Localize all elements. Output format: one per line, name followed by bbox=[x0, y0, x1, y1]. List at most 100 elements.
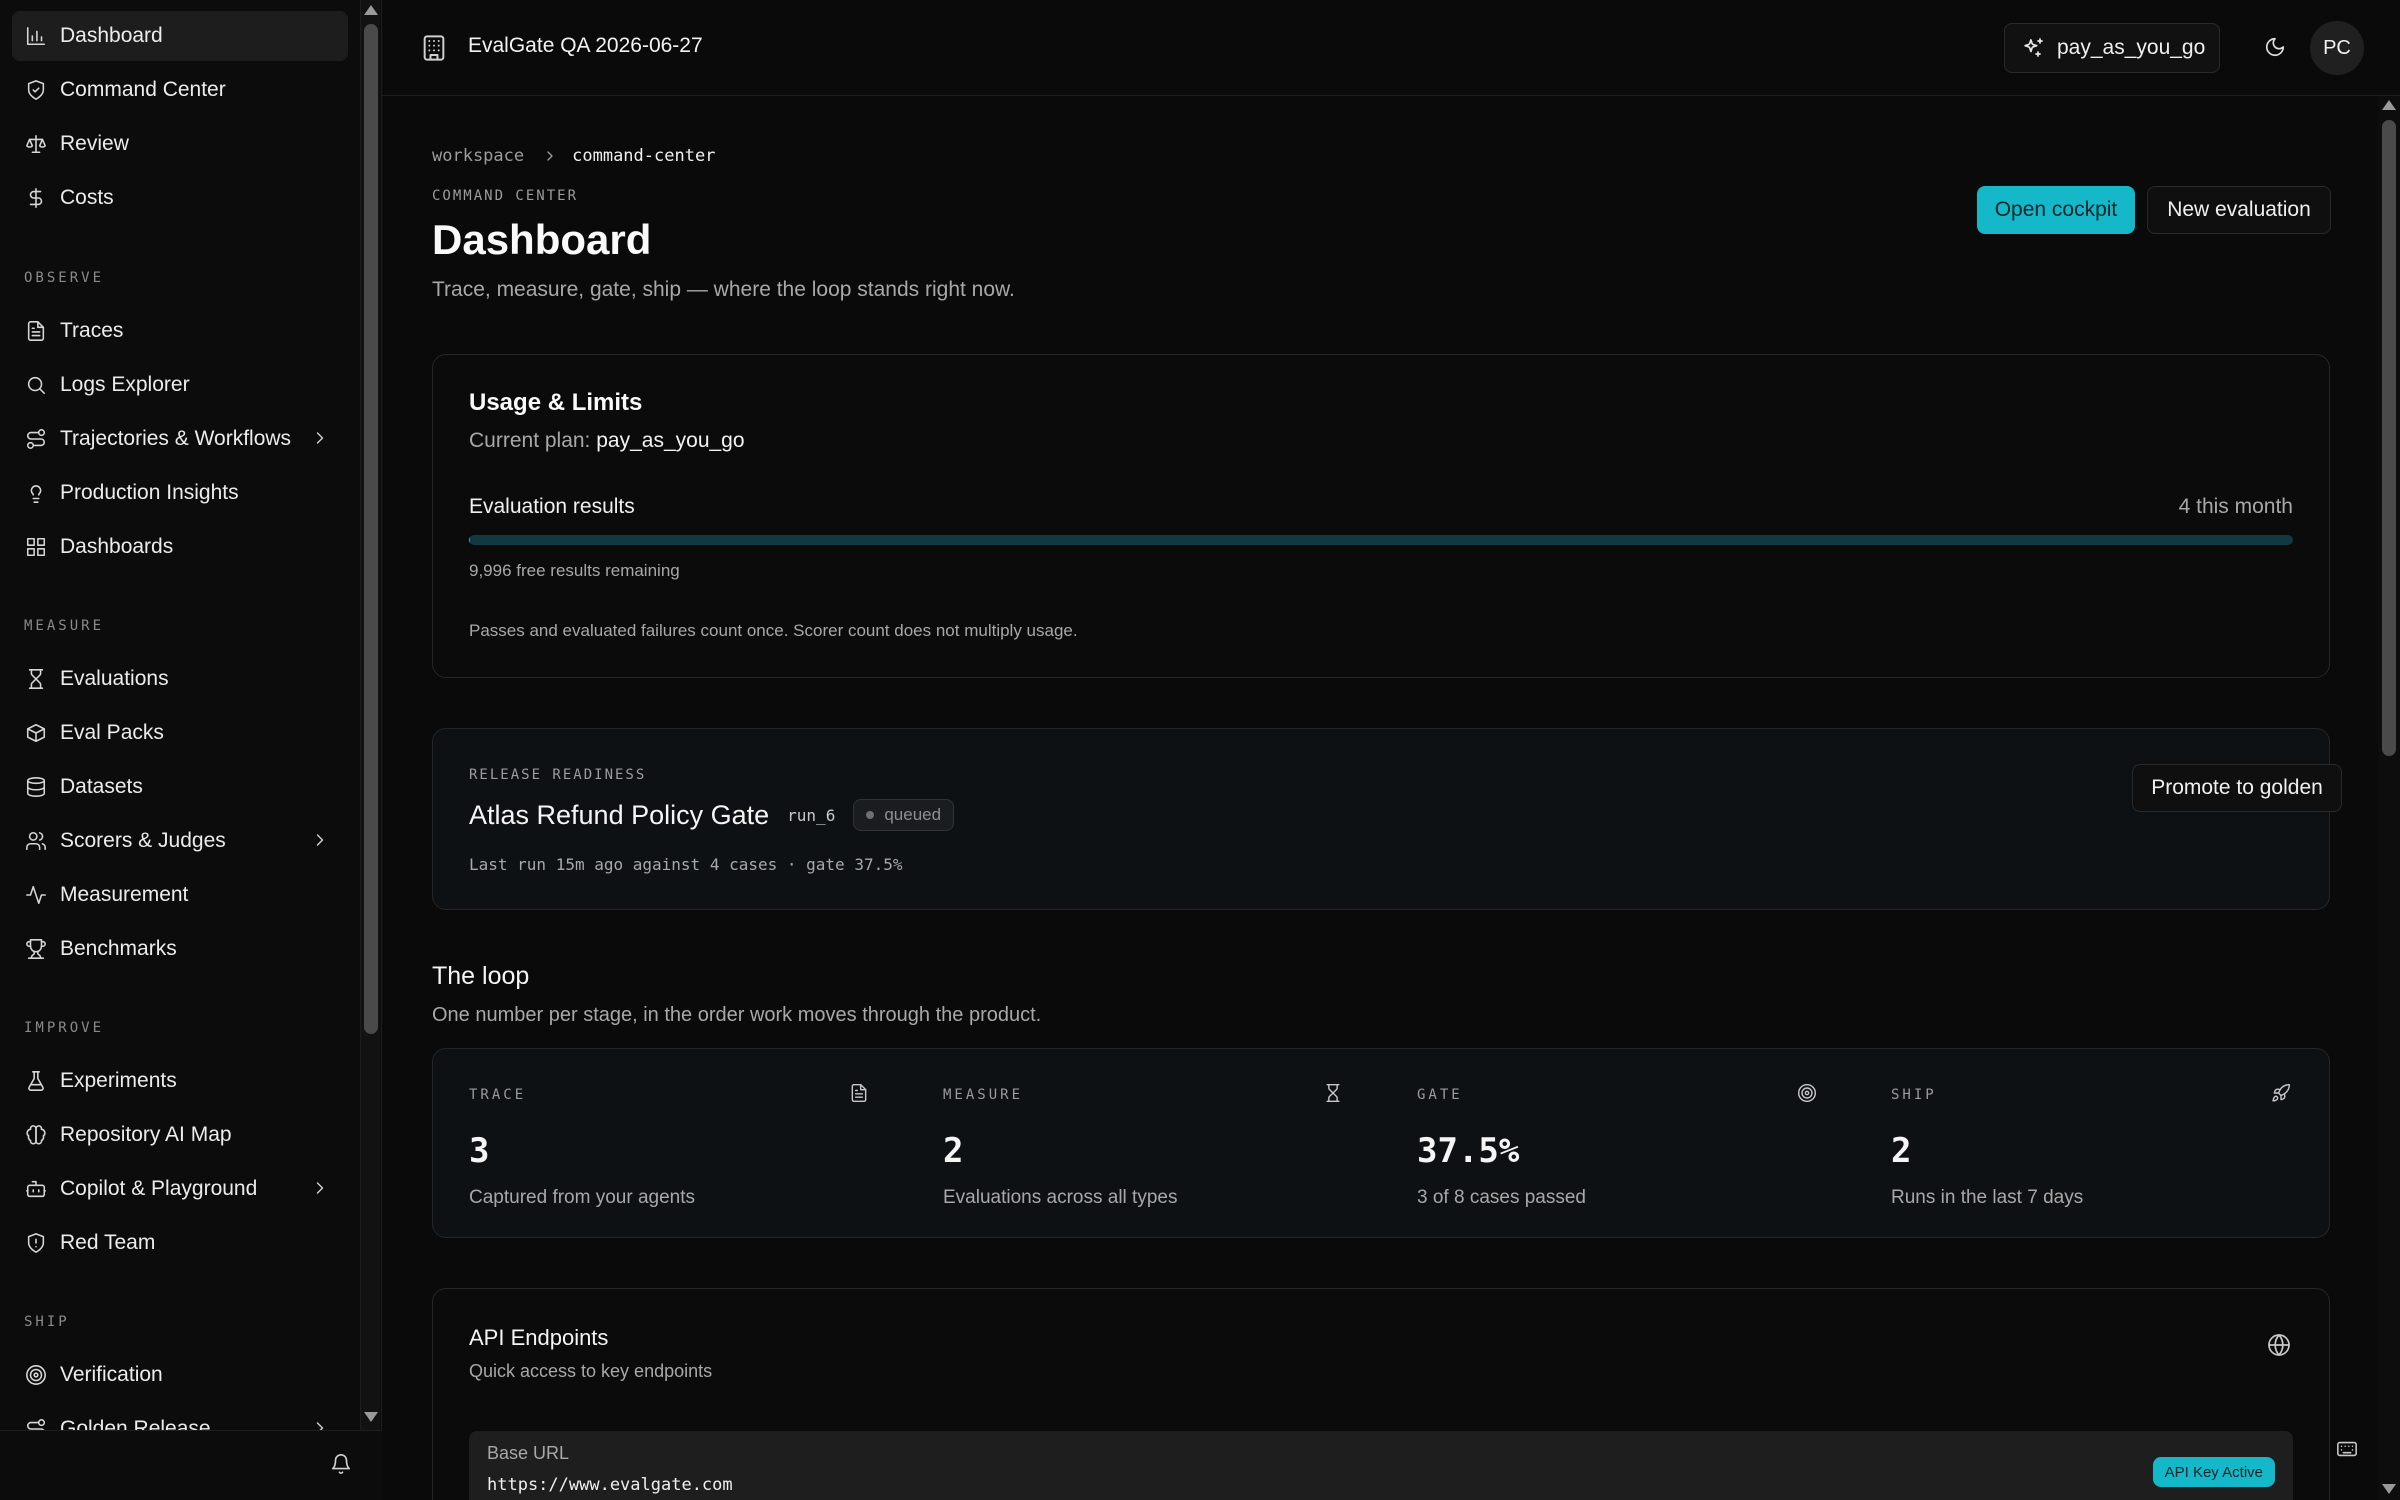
sidebar-item-copilot-playground[interactable]: Copilot & Playground bbox=[12, 1164, 348, 1214]
sidebar-item-scorers-judges[interactable]: Scorers & Judges bbox=[12, 816, 348, 866]
base-url-box[interactable]: Base URL https://www.evalgate.com API Ke… bbox=[469, 1431, 2293, 1500]
breadcrumb-root[interactable]: workspace bbox=[432, 146, 524, 166]
sidebar-item-trajectories-workflows[interactable]: Trajectories & Workflows bbox=[12, 414, 348, 464]
shield-check-icon bbox=[24, 78, 48, 102]
chevron-right-icon bbox=[310, 428, 332, 450]
sidebar-item-label: Golden Release bbox=[60, 1417, 211, 1430]
globe-icon[interactable] bbox=[2267, 1333, 2293, 1359]
current-plan-value: pay_as_you_go bbox=[596, 429, 745, 452]
api-key-badge: API Key Active bbox=[2152, 1457, 2275, 1487]
main-scroll-thumb[interactable] bbox=[2382, 120, 2396, 756]
sidebar: Dashboard Command Center Review Costs OBSERV… bbox=[0, 0, 382, 1500]
sidebar-item-command-center[interactable]: Command Center bbox=[12, 65, 348, 115]
new-evaluation-button[interactable]: New evaluation bbox=[2147, 186, 2331, 234]
breadcrumb-current: command-center bbox=[572, 146, 716, 166]
loop-card: TRACE 3 Captured from your agents MEASURE 2 E… bbox=[432, 1048, 2330, 1238]
target-icon bbox=[24, 1363, 48, 1387]
sidebar-item-evaluations[interactable]: Evaluations bbox=[12, 654, 348, 704]
chevron-right-icon bbox=[310, 830, 332, 852]
stage-measure[interactable]: MEASURE 2 Evaluations across all types bbox=[907, 1049, 1381, 1239]
scroll-down-arrow[interactable] bbox=[364, 1412, 378, 1422]
sidebar-scrollbar[interactable] bbox=[360, 0, 380, 1430]
bot-icon bbox=[24, 1177, 48, 1201]
chevron-right-icon bbox=[542, 148, 558, 164]
sidebar-item-golden-release[interactable]: Golden Release bbox=[12, 1404, 348, 1430]
base-url-label: Base URL bbox=[487, 1443, 570, 1463]
moon-icon[interactable] bbox=[2264, 36, 2288, 60]
sidebar-item-measurement[interactable]: Measurement bbox=[12, 870, 348, 920]
main-scroll-down-arrow[interactable] bbox=[2382, 1484, 2396, 1494]
open-cockpit-button[interactable]: Open cockpit bbox=[1977, 186, 2135, 234]
main-content: workspace command-center COMMAND CENTER … bbox=[382, 96, 2400, 1500]
promote-to-golden-button[interactable]: Promote to golden bbox=[2132, 764, 2342, 812]
activity-icon bbox=[24, 883, 48, 907]
sidebar-item-benchmarks[interactable]: Benchmarks bbox=[12, 924, 348, 974]
sidebar-item-review[interactable]: Review bbox=[12, 119, 348, 169]
sidebar-item-label: Benchmarks bbox=[60, 937, 177, 960]
sidebar-scroll-thumb[interactable] bbox=[364, 24, 378, 1034]
search-icon bbox=[24, 373, 48, 397]
remaining-text: 9,996 free results remaining bbox=[469, 561, 680, 580]
usage-progress-fill bbox=[469, 535, 470, 545]
plan-button[interactable]: pay_as_you_go bbox=[2004, 23, 2220, 73]
hourglass-icon bbox=[1323, 1083, 1345, 1105]
stage-ship[interactable]: SHIP 2 Runs in the last 7 days bbox=[1855, 1049, 2329, 1239]
api-title: API Endpoints bbox=[469, 1325, 609, 1350]
sidebar-item-repository-ai-map[interactable]: Repository AI Map bbox=[12, 1110, 348, 1160]
metric-count: 4 this month bbox=[2178, 495, 2293, 518]
plan-label: pay_as_you_go bbox=[2057, 36, 2206, 59]
bell-icon[interactable] bbox=[330, 1453, 354, 1477]
current-plan: Current plan: pay_as_you_go bbox=[469, 429, 745, 453]
sidebar-item-costs[interactable]: Costs bbox=[12, 173, 348, 223]
sidebar-nav: Dashboard Command Center Review Costs OBSERV… bbox=[0, 0, 358, 1430]
flask-icon bbox=[24, 1069, 48, 1093]
section-label-observe: OBSERVE bbox=[24, 270, 105, 286]
sidebar-item-datasets[interactable]: Datasets bbox=[12, 762, 348, 812]
keyboard-icon[interactable] bbox=[2336, 1438, 2360, 1462]
sidebar-item-traces[interactable]: Traces bbox=[12, 306, 348, 356]
sidebar-item-experiments[interactable]: Experiments bbox=[12, 1056, 348, 1106]
sidebar-item-production-insights[interactable]: Production Insights bbox=[12, 468, 348, 518]
sidebar-item-label: Eval Packs bbox=[60, 721, 164, 744]
sidebar-item-dashboards[interactable]: Dashboards bbox=[12, 522, 348, 572]
topbar: EvalGate QA 2026-06-27 pay_as_you_go PC bbox=[382, 0, 2400, 96]
scroll-up-arrow[interactable] bbox=[364, 5, 378, 15]
api-endpoints-card: API Endpoints Quick access to key endpoi… bbox=[432, 1288, 2330, 1500]
release-name[interactable]: Atlas Refund Policy Gate bbox=[469, 800, 769, 831]
stage-trace[interactable]: TRACE 3 Captured from your agents bbox=[433, 1049, 907, 1239]
page-title: Dashboard bbox=[432, 216, 652, 263]
release-meta: Last run 15m ago against 4 cases · gate … bbox=[469, 855, 903, 874]
stage-gate[interactable]: GATE 37.5% 3 of 8 cases passed bbox=[1381, 1049, 1855, 1239]
main-scrollbar[interactable] bbox=[2378, 96, 2400, 1500]
stage-description: 3 of 8 cases passed bbox=[1417, 1187, 1586, 1208]
sidebar-item-label: Dashboard bbox=[60, 24, 163, 47]
sidebar-item-logs-explorer[interactable]: Logs Explorer bbox=[12, 360, 348, 410]
sidebar-item-label: Measurement bbox=[60, 883, 189, 906]
base-url-value[interactable]: https://www.evalgate.com bbox=[487, 1475, 733, 1495]
route-icon bbox=[24, 1417, 48, 1430]
sidebar-item-red-team[interactable]: Red Team bbox=[12, 1218, 348, 1268]
main-scroll-up-arrow[interactable] bbox=[2382, 100, 2396, 110]
sidebar-item-verification[interactable]: Verification bbox=[12, 1350, 348, 1400]
status-dot-icon bbox=[866, 811, 875, 819]
sidebar-item-eval-packs[interactable]: Eval Packs bbox=[12, 708, 348, 758]
grid-icon bbox=[24, 535, 48, 559]
release-readiness-card: RELEASE READINESS Atlas Refund Policy Ga… bbox=[432, 728, 2342, 910]
sidebar-item-label: Dashboards bbox=[60, 535, 174, 558]
current-plan-prefix: Current plan: bbox=[469, 429, 591, 452]
trophy-icon bbox=[24, 937, 48, 961]
sidebar-item-label: Experiments bbox=[60, 1069, 177, 1092]
sidebar-item-label: Datasets bbox=[60, 775, 143, 798]
usage-title: Usage & Limits bbox=[469, 389, 643, 416]
dollar-icon bbox=[24, 186, 48, 210]
scale-icon bbox=[24, 132, 48, 156]
avatar[interactable]: PC bbox=[2310, 21, 2364, 75]
sidebar-item-dashboard[interactable]: Dashboard bbox=[12, 11, 348, 61]
status-label: queued bbox=[884, 805, 942, 824]
stage-value: 2 bbox=[1891, 1131, 1912, 1171]
brain-icon bbox=[24, 1123, 48, 1147]
stage-value: 3 bbox=[469, 1131, 490, 1171]
workspace-name[interactable]: EvalGate QA 2026-06-27 bbox=[468, 34, 703, 58]
release-run-id: run_6 bbox=[787, 805, 836, 825]
sidebar-item-label: Evaluations bbox=[60, 667, 169, 690]
